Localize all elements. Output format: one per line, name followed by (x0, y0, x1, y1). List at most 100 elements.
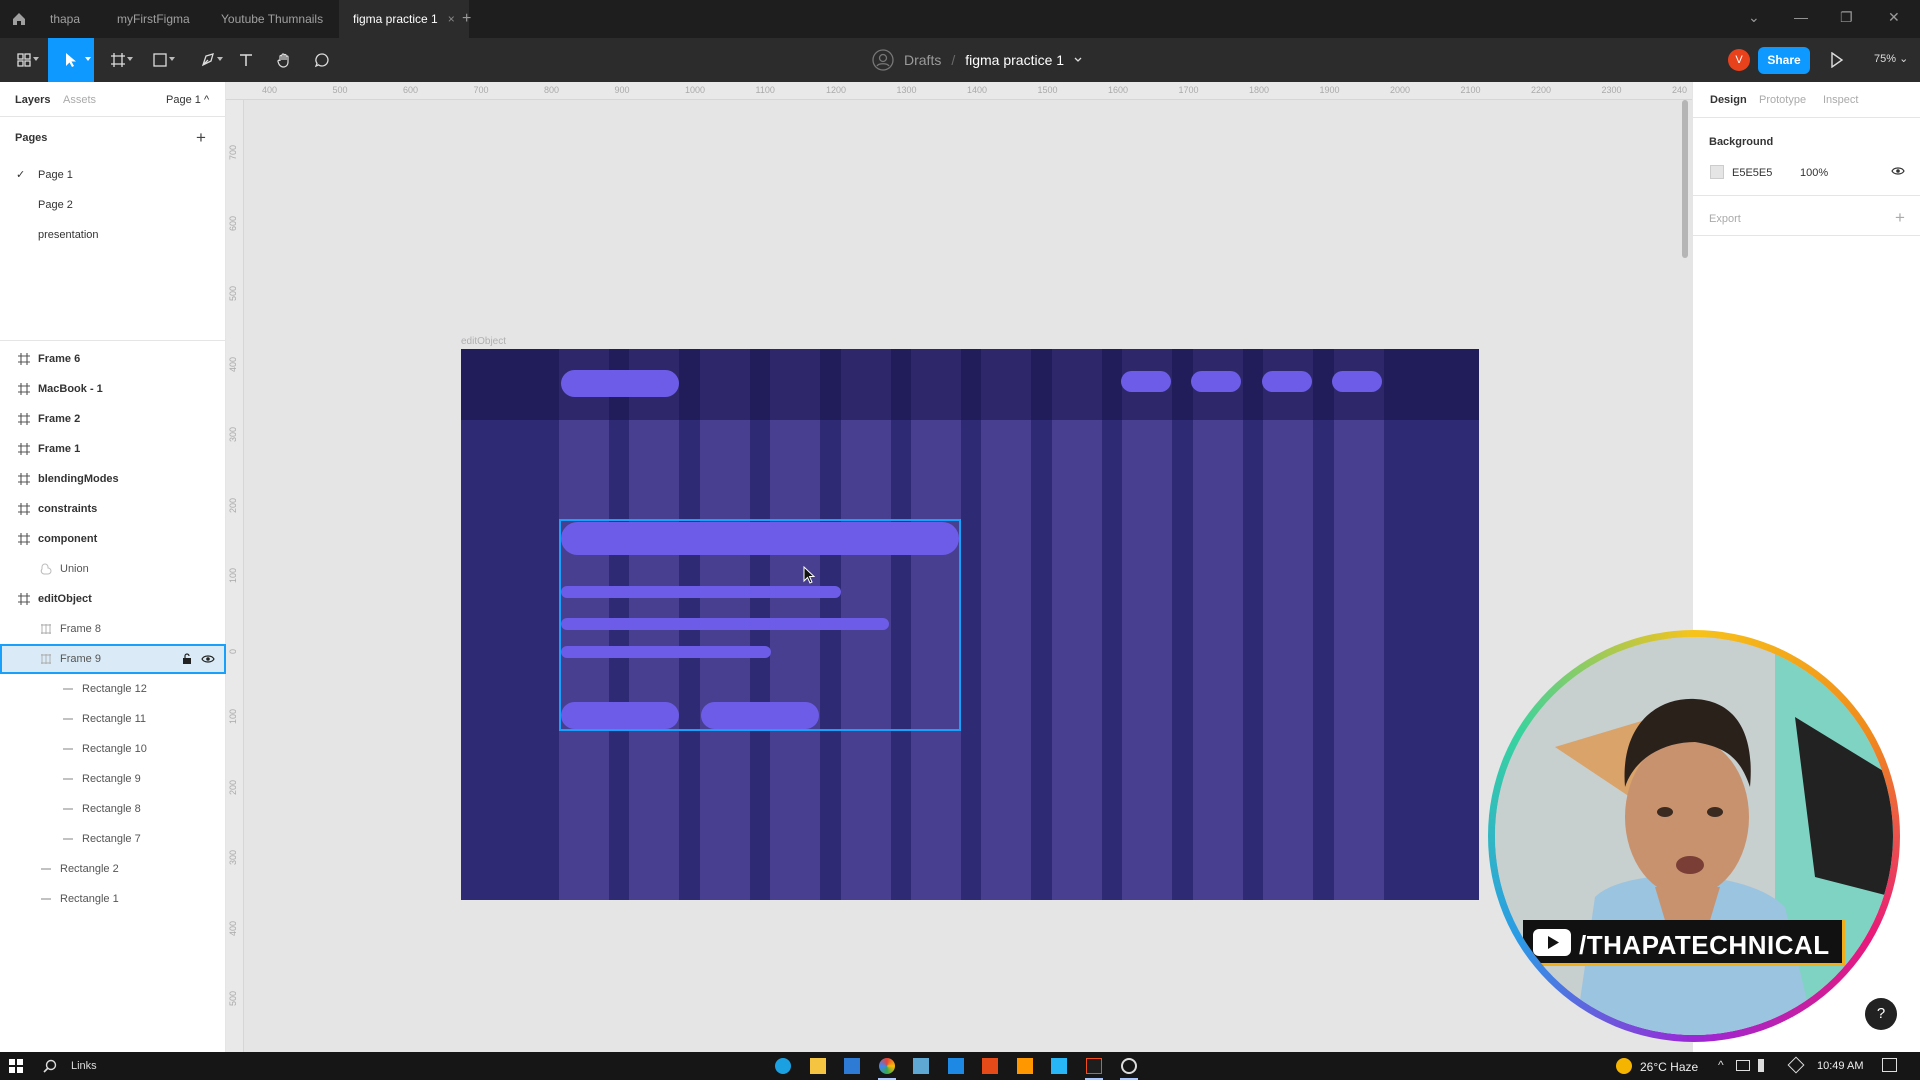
nav-link-placeholder[interactable] (1191, 371, 1241, 392)
file-explorer-icon[interactable] (810, 1058, 826, 1074)
obs-icon[interactable] (1121, 1058, 1137, 1074)
add-tab-button[interactable]: + (462, 10, 471, 28)
layer-row[interactable]: Rectangle 12 (0, 674, 226, 704)
figma-app-icon[interactable] (1086, 1058, 1102, 1074)
restore-icon[interactable]: ❐ (1840, 9, 1853, 26)
file-name[interactable]: figma practice 1 (965, 52, 1064, 68)
tab-assets[interactable]: Assets (63, 94, 96, 106)
pen-input-icon[interactable] (1787, 1056, 1805, 1074)
page-selector[interactable]: Page 1 ^ (166, 94, 209, 106)
hand-tool-button[interactable] (266, 38, 302, 82)
tab-youtube-thumnails[interactable]: Youtube Thumnails (207, 0, 337, 38)
edge-browser-icon[interactable] (775, 1058, 791, 1074)
drafts-link[interactable]: Drafts (904, 52, 941, 68)
chevron-up-icon[interactable]: ^ (1718, 1058, 1724, 1072)
vertical-scrollbar[interactable] (1682, 100, 1688, 258)
tab-thapa[interactable]: thapa (36, 0, 94, 38)
text-tool-button[interactable] (228, 38, 264, 82)
layer-row[interactable]: blendingModes (0, 464, 226, 494)
youtube-icon (1533, 929, 1571, 956)
eye-icon[interactable] (201, 654, 215, 664)
layer-row[interactable]: Rectangle 7 (0, 824, 226, 854)
clock[interactable]: 10:49 AM (1817, 1060, 1863, 1072)
chrome-icon[interactable] (879, 1058, 895, 1074)
app-icon[interactable] (913, 1058, 929, 1074)
layer-row[interactable]: Frame 9 (0, 644, 226, 674)
logo-placeholder[interactable] (561, 370, 679, 397)
present-play-icon[interactable] (1830, 52, 1844, 68)
unlock-icon[interactable] (182, 653, 192, 664)
vscode-icon[interactable] (948, 1058, 964, 1074)
layer-row[interactable]: editObject (0, 584, 226, 614)
notepad-icon[interactable] (1051, 1058, 1067, 1074)
tab-design[interactable]: Design (1710, 94, 1747, 106)
layer-row[interactable]: Frame 2 (0, 404, 226, 434)
page-item[interactable]: Page 2 (0, 190, 226, 220)
layer-row[interactable]: Frame 1 (0, 434, 226, 464)
layer-row[interactable]: Rectangle 9 (0, 764, 226, 794)
zoom-dropdown[interactable]: 75% ⌄ (1874, 52, 1908, 65)
layer-row[interactable]: Rectangle 8 (0, 794, 226, 824)
windows-start-icon[interactable] (8, 1058, 24, 1074)
frame-icon (18, 443, 30, 455)
office-icon[interactable] (982, 1058, 998, 1074)
move-tool-button[interactable] (48, 38, 94, 82)
rectangle-layer-icon (41, 898, 51, 900)
tab-figma-practice-1[interactable]: figma practice 1 × (339, 0, 469, 38)
chevron-down-icon[interactable]: ⌄ (1748, 9, 1760, 26)
background-opacity-input[interactable]: 100% (1800, 167, 1828, 179)
nav-link-placeholder[interactable] (1262, 371, 1312, 392)
layer-row[interactable]: Union (0, 554, 226, 584)
notifications-icon[interactable] (1882, 1058, 1897, 1072)
tab-myfirstfigma[interactable]: myFirstFigma (103, 0, 204, 38)
background-color-swatch[interactable] (1710, 165, 1724, 179)
layer-row[interactable]: Rectangle 1 (0, 884, 226, 914)
ruler-tick-label: 1400 (967, 85, 988, 95)
weather-text[interactable]: 26°C Haze (1640, 1060, 1698, 1074)
help-button[interactable]: ? (1865, 998, 1897, 1030)
layer-row[interactable]: Frame 6 (0, 344, 226, 374)
layer-row[interactable]: constraints (0, 494, 226, 524)
text-icon (240, 54, 252, 66)
page-selector-label: Page 1 (166, 94, 201, 106)
mouse-cursor-icon (803, 566, 816, 584)
sublime-icon[interactable] (1017, 1058, 1033, 1074)
volume-icon[interactable] (1758, 1059, 1772, 1072)
frame-tool-button[interactable] (100, 38, 136, 82)
share-button[interactable]: Share (1758, 47, 1810, 74)
layer-row[interactable]: MacBook - 1 (0, 374, 226, 404)
network-icon[interactable] (1736, 1060, 1750, 1071)
tab-layers[interactable]: Layers (15, 94, 50, 106)
frame-label[interactable]: editObject (461, 336, 506, 347)
user-avatar[interactable]: V (1728, 49, 1750, 71)
layer-row[interactable]: Rectangle 11 (0, 704, 226, 734)
close-tab-icon[interactable]: × (448, 12, 455, 26)
layer-row[interactable]: Rectangle 10 (0, 734, 226, 764)
add-page-icon[interactable]: + (196, 129, 206, 146)
page-item[interactable]: ✓ Page 1 (0, 160, 226, 190)
background-hex-input[interactable]: E5E5E5 (1732, 167, 1772, 179)
search-icon[interactable] (42, 1058, 58, 1074)
eye-icon[interactable] (1891, 166, 1905, 176)
add-export-icon[interactable]: + (1895, 208, 1905, 228)
minimize-icon[interactable]: — (1794, 9, 1808, 25)
taskbar-search-label[interactable]: Links (71, 1060, 97, 1072)
mail-icon[interactable] (844, 1058, 860, 1074)
layout-grid-column (1193, 349, 1243, 900)
close-window-icon[interactable]: ✕ (1888, 9, 1900, 26)
nav-link-placeholder[interactable] (1121, 371, 1171, 392)
main-menu-button[interactable] (6, 38, 42, 82)
layer-row[interactable]: Frame 8 (0, 614, 226, 644)
pen-tool-button[interactable] (190, 38, 226, 82)
home-icon[interactable] (8, 8, 30, 30)
comment-tool-button[interactable] (304, 38, 340, 82)
shape-tool-button[interactable] (142, 38, 178, 82)
selection-box[interactable] (559, 519, 961, 731)
tab-prototype[interactable]: Prototype (1759, 94, 1806, 106)
layer-row[interactable]: Rectangle 2 (0, 854, 226, 884)
tab-inspect[interactable]: Inspect (1823, 94, 1858, 106)
layer-row[interactable]: component (0, 524, 226, 554)
nav-link-placeholder[interactable] (1332, 371, 1382, 392)
chevron-down-icon[interactable] (1074, 57, 1082, 63)
page-item[interactable]: presentation (0, 220, 226, 250)
